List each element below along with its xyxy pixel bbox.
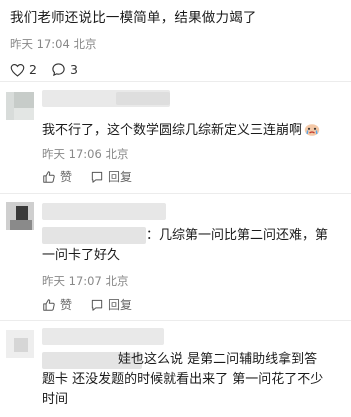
reply-actions: 赞 回复 (42, 168, 150, 185)
reply-text-line2: 一问卡了好久 (42, 248, 121, 263)
reply-location: 北京 (105, 147, 129, 161)
post-location: 北京 (73, 37, 97, 51)
crying-face-emoji (304, 122, 320, 136)
reply-bubble-icon (91, 299, 103, 311)
reply-button[interactable]: 回复 (90, 296, 132, 313)
reply-meta: 昨天 17:07 北京 (42, 273, 128, 289)
blurred-username[interactable] (42, 328, 164, 345)
avatar[interactable] (6, 202, 34, 230)
reply-time: 昨天 17:07 (42, 274, 102, 288)
like-label: 赞 (60, 298, 73, 312)
reply-bubble-icon (91, 171, 103, 183)
blurred-username[interactable] (42, 203, 166, 220)
comment-count: 3 (69, 62, 78, 77)
reply-time: 昨天 17:06 (42, 147, 102, 161)
thumb-up-icon (43, 298, 55, 311)
like-button[interactable]: 赞 (42, 168, 72, 185)
reply-label: 回复 (108, 298, 133, 312)
divider (0, 320, 351, 321)
blurred-mention (42, 227, 146, 244)
post-time: 昨天 17:04 (10, 37, 70, 51)
reply-meta: 昨天 17:06 北京 (42, 146, 128, 162)
avatar[interactable] (6, 92, 34, 120)
divider (0, 81, 351, 82)
divider (0, 193, 351, 194)
reply-text: 我不行了，这个数学圆综几综新定义三连崩啊 (42, 121, 345, 141)
thumb-up-icon (43, 170, 55, 183)
reply-text-line1: 娃也这么说 是第二问辅助线拿到答 (118, 352, 318, 367)
avatar[interactable] (6, 330, 34, 358)
like-button[interactable]: 赞 (42, 296, 72, 313)
reply-text-line2: 题卡 还没发题的时候就看出来了 第一问花了不少 (42, 372, 324, 387)
reply-text-line1: ：几综第一问比第二问还难，第 (146, 228, 329, 243)
main-post: 我们老师还说比一模简单，结果做力竭了 昨天 17:04 北京 2 3 (10, 8, 345, 77)
comment-button[interactable]: 3 (51, 62, 78, 77)
reply-button[interactable]: 回复 (90, 168, 132, 185)
post-text: 我们老师还说比一模简单，结果做力竭了 (10, 10, 257, 26)
blurred-username-detail (116, 92, 170, 105)
like-count: 2 (29, 62, 37, 77)
post-actions: 2 3 (10, 62, 345, 77)
comment-icon (52, 63, 65, 77)
reply-location: 北京 (105, 274, 129, 288)
reply-actions: 赞 回复 (42, 296, 150, 313)
like-label: 赞 (60, 170, 73, 184)
reply-label: 回复 (108, 170, 133, 184)
heart-icon (10, 63, 25, 77)
post-meta: 昨天 17:04 北京 (10, 36, 345, 52)
reply-text-line3: 时间 (42, 392, 69, 407)
like-button[interactable]: 2 (10, 62, 37, 77)
